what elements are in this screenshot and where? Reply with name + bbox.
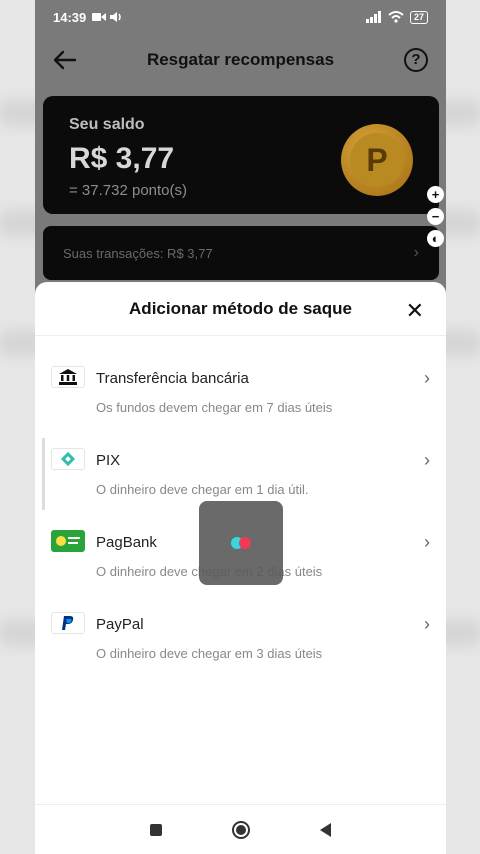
chevron-right-icon: › [424,614,430,634]
volume-icon [110,12,121,22]
method-name: Transferência bancária [96,370,249,387]
method-paypal[interactable]: PayPal O dinheiro deve chegar em 3 dias … [35,600,446,680]
zoom-in-icon[interactable]: + [427,186,444,203]
question-circle-icon[interactable]: ? [404,48,428,72]
method-desc: O dinheiro deve chegar em 3 dias úteis [96,646,323,661]
wifi-icon [388,11,404,23]
method-name: PayPal [96,616,144,633]
video-icon [92,13,107,21]
bank-icon [51,366,85,388]
balance-card: Seu saldo R$ 3,77 = 37.732 ponto(s) P [43,96,439,214]
method-desc: O dinheiro deve chegar em 1 dia útil. [96,482,309,497]
method-desc: Os fundos devem chegar em 7 dias úteis [96,400,333,415]
sheet-header: Adicionar método de saque ✕ [35,282,446,336]
sheet-title: Adicionar método de saque [129,298,352,318]
sound-icon[interactable]: ◐ [427,230,444,247]
arrow-left-icon[interactable] [51,48,77,72]
chevron-right-icon: › [424,532,430,552]
method-name: PIX [96,452,121,469]
method-bank-transfer[interactable]: Transferência bancária Os fundos devem c… [35,354,446,434]
withdraw-method-sheet: Adicionar método de saque ✕ Transferênci… [35,282,446,854]
chevron-right-icon: › [413,244,419,261]
chevron-right-icon: › [424,368,430,388]
zoom-out-icon[interactable]: − [427,208,444,225]
status-time: 14:39 [53,9,87,25]
paypal-icon [51,612,85,634]
coin-letter: P [350,133,404,187]
loading-spinner [199,501,283,585]
transactions-row[interactable]: Suas transações: R$ 3,77 › [43,226,439,280]
page-header: Resgatar recompensas ? [35,36,446,84]
method-name: PagBank [96,534,157,551]
back-icon[interactable] [320,822,331,837]
transactions-label: Suas transações: R$ 3,77 [63,245,213,261]
chevron-right-icon: › [424,450,430,470]
page-title: Resgatar recompensas [146,50,335,69]
status-left-icons [92,12,122,22]
pagbank-icon [51,530,85,552]
status-right-icons: 27 [365,10,428,24]
zoom-controls: + − ◐ [427,186,444,247]
pix-icon [51,448,85,470]
system-nav-bar [35,804,446,854]
status-bar: 14:39 27 [35,0,446,34]
coin-icon: P [341,124,413,196]
home-icon[interactable] [232,820,250,839]
loading-dot-red [239,537,251,549]
battery-indicator: 27 [409,10,428,24]
phone-screen: 14:39 27 Resgatar recompensas ? Seu sald… [35,0,446,854]
signal-icon [365,11,381,23]
close-icon[interactable]: ✕ [406,298,424,324]
recent-apps-icon[interactable] [150,823,162,836]
